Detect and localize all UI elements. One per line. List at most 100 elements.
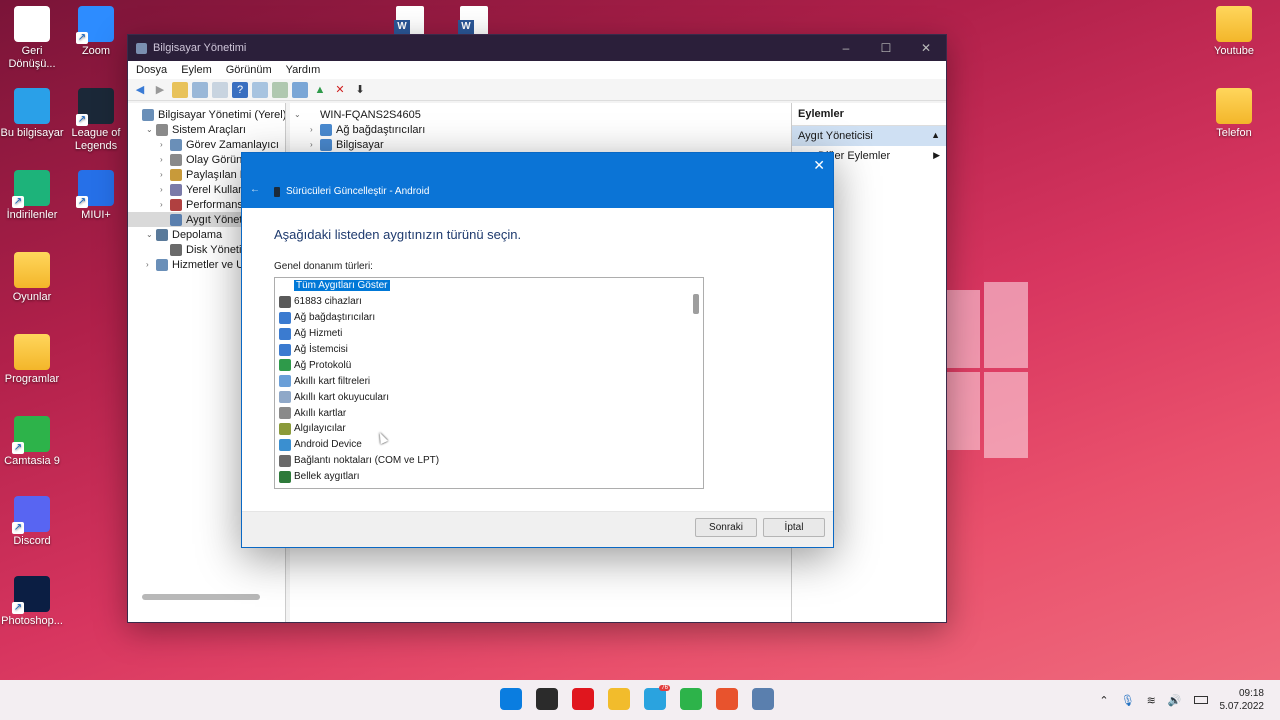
cancel-button[interactable]: İptal bbox=[763, 518, 825, 537]
properties-icon[interactable] bbox=[212, 81, 228, 98]
desktop-icon[interactable]: ↗ İndirilenler bbox=[0, 170, 64, 222]
chevron-up-icon[interactable]: ⌃ bbox=[1099, 694, 1108, 707]
desktop-icon[interactable]: ↗ Photoshop... bbox=[0, 576, 64, 628]
horizontal-scrollbar[interactable] bbox=[142, 594, 260, 600]
expander-icon[interactable]: ⌄ bbox=[146, 125, 156, 134]
expander-icon[interactable]: › bbox=[160, 170, 170, 179]
device-tree-item[interactable]: ⌄ WIN-FQANS2S4605 bbox=[290, 107, 791, 122]
camtasia-icon[interactable] bbox=[680, 688, 702, 710]
device-type-item[interactable]: Akıllı kart okuyucuları bbox=[275, 389, 703, 405]
folder-up-icon[interactable] bbox=[172, 81, 188, 98]
forward-icon[interactable]: ▶ bbox=[152, 82, 168, 98]
device-type-item[interactable]: Bellek aygıtları bbox=[275, 469, 703, 485]
task-view-icon[interactable] bbox=[536, 688, 558, 710]
expander-icon[interactable]: › bbox=[160, 155, 170, 164]
device-type-label: Ağ İstemcisi bbox=[294, 344, 348, 355]
shortcut-arrow-icon: ↗ bbox=[12, 196, 24, 208]
device-type-item[interactable]: Akıllı kartlar bbox=[275, 405, 703, 421]
menu-item[interactable]: Görünüm bbox=[226, 64, 272, 76]
menu-item[interactable]: Eylem bbox=[181, 64, 212, 76]
back-arrow-icon[interactable]: ← bbox=[250, 184, 260, 195]
menu-item[interactable]: Dosya bbox=[136, 64, 167, 76]
device-type-item[interactable]: Android Device bbox=[275, 437, 703, 453]
device-type-list[interactable]: Tüm Aygıtları Göster 61883 cihazları Ağ ba… bbox=[274, 277, 704, 489]
opera-icon[interactable] bbox=[572, 688, 594, 710]
word-document-icon[interactable]: W bbox=[458, 6, 488, 36]
desktop-icon[interactable]: Bu bilgisayar bbox=[0, 88, 64, 140]
desktop-icon[interactable]: Programlar bbox=[0, 334, 64, 386]
monitor-icon[interactable] bbox=[292, 81, 308, 98]
scan-hardware-icon[interactable] bbox=[272, 81, 288, 98]
device-type-item[interactable]: Tüm Aygıtları Göster bbox=[275, 278, 703, 294]
expander-icon[interactable]: ⌄ bbox=[294, 110, 304, 119]
desktop-icon[interactable]: Telefon bbox=[1202, 88, 1266, 140]
tree-item[interactable]: Bilgisayar Yönetimi (Yerel) bbox=[128, 107, 285, 122]
expander-icon[interactable]: › bbox=[146, 260, 156, 269]
folder-icon bbox=[14, 252, 50, 288]
help-icon[interactable]: ? bbox=[232, 81, 248, 98]
enable-device-icon[interactable]: ▲ bbox=[312, 82, 328, 98]
device-tree-item[interactable]: › Bilgisayar bbox=[290, 137, 791, 152]
expander-icon[interactable]: › bbox=[310, 125, 320, 134]
desktop-icon[interactable]: Oyunlar bbox=[0, 252, 64, 304]
desktop-icon[interactable]: Geri Dönüşü... bbox=[0, 6, 64, 71]
close-button[interactable]: ✕ bbox=[906, 41, 946, 55]
next-button[interactable]: Sonraki bbox=[695, 518, 757, 537]
expander-icon[interactable]: › bbox=[310, 140, 320, 149]
expander-icon[interactable]: › bbox=[160, 140, 170, 149]
update-driver-icon[interactable]: ⬇ bbox=[352, 82, 368, 98]
uninstall-icon[interactable]: ✕ bbox=[332, 82, 348, 98]
desktop-icon[interactable]: ↗ Discord bbox=[0, 496, 64, 548]
file-explorer-icon[interactable] bbox=[608, 688, 630, 710]
desktop-icon-label: Camtasia 9 bbox=[4, 455, 60, 467]
desktop-icon[interactable]: Youtube bbox=[1202, 6, 1266, 58]
telegram-icon[interactable]: 76 bbox=[644, 685, 670, 710]
clock-date: 5.07.2022 bbox=[1219, 701, 1265, 712]
minimize-button[interactable]: – bbox=[826, 41, 866, 55]
device-type-item[interactable]: 61883 cihazları bbox=[275, 294, 703, 310]
camtasia-recorder-icon[interactable] bbox=[716, 688, 738, 710]
device-type-item[interactable]: Ağ Protokolü bbox=[275, 357, 703, 373]
volume-icon[interactable]: 🔊 bbox=[1168, 694, 1182, 707]
computer-management-icon[interactable] bbox=[752, 688, 774, 710]
device-type-item[interactable]: Algılayıcılar bbox=[275, 421, 703, 437]
desktop-icon[interactable]: ↗ League of Legends bbox=[64, 88, 128, 153]
menu-item[interactable]: Yardım bbox=[286, 64, 321, 76]
device-type-icon bbox=[279, 311, 291, 324]
device-tree-item[interactable]: › Ağ bağdaştırıcıları bbox=[290, 122, 791, 137]
wifi-icon[interactable]: ≋ bbox=[1147, 694, 1156, 707]
word-document-icon[interactable]: W bbox=[394, 6, 424, 36]
show-hide-tree-icon[interactable] bbox=[192, 81, 208, 98]
dialog-heading: Aşağıdaki listeden aygıtınızın türünü se… bbox=[274, 227, 522, 242]
actions-selected[interactable]: Aygıt Yöneticisi ▲ bbox=[792, 126, 946, 146]
windows-start-icon[interactable] bbox=[500, 688, 522, 710]
desktop-icon-label: Telefon bbox=[1216, 127, 1252, 139]
view-icon[interactable] bbox=[252, 81, 268, 98]
microphone-icon[interactable]: 🎙 bbox=[1121, 694, 1135, 707]
battery-icon[interactable] bbox=[1193, 696, 1208, 704]
device-type-item[interactable]: Ağ İstemcisi bbox=[275, 342, 703, 358]
desktop-icon[interactable]: ↗ Camtasia 9 bbox=[0, 416, 64, 468]
title-bar[interactable]: Bilgisayar Yönetimi – ☐ ✕ bbox=[128, 35, 946, 61]
tree-node-icon bbox=[142, 108, 154, 121]
expander-icon[interactable]: ⌄ bbox=[146, 230, 156, 239]
tree-node-icon bbox=[170, 138, 182, 151]
back-icon[interactable]: ◀ bbox=[132, 82, 148, 98]
desktop-icon-label: Zoom bbox=[81, 45, 111, 57]
maximize-button[interactable]: ☐ bbox=[866, 41, 906, 55]
device-type-item[interactable]: Ağ bağdaştırıcıları bbox=[275, 310, 703, 326]
device-type-item[interactable]: Akıllı kart filtreleri bbox=[275, 373, 703, 389]
desktop-icon[interactable]: ↗ MIUI+ bbox=[64, 170, 128, 222]
expander-icon[interactable]: › bbox=[160, 185, 170, 194]
desktop-icon[interactable]: ↗ Zoom bbox=[64, 6, 128, 58]
expander-icon[interactable]: › bbox=[160, 200, 170, 209]
tree-item[interactable]: ⌄ Sistem Araçları bbox=[128, 122, 285, 137]
vertical-scrollbar[interactable] bbox=[693, 294, 699, 314]
collapse-icon: ▲ bbox=[931, 130, 940, 140]
clock[interactable]: 09:18 5.07.2022 bbox=[1220, 687, 1265, 713]
device-type-item[interactable]: Bağlantı noktaları (COM ve LPT) bbox=[275, 453, 703, 469]
dialog-close-button[interactable]: ✕ bbox=[813, 157, 825, 174]
shortcut-arrow-icon: ↗ bbox=[12, 522, 24, 534]
device-type-item[interactable]: Ağ Hizmeti bbox=[275, 326, 703, 342]
tree-item[interactable]: › Görev Zamanlayıcı bbox=[128, 137, 285, 152]
